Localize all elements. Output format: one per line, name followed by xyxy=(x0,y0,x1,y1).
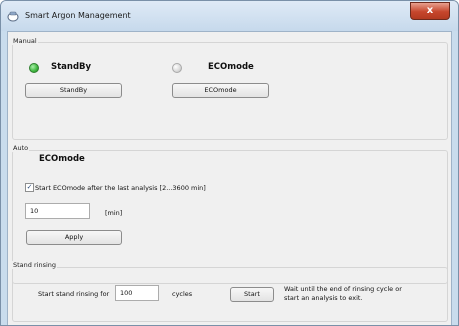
ecomode-minutes-input[interactable]: 10 xyxy=(25,203,90,219)
stand-rinsing-group-label: Stand rinsing xyxy=(12,261,58,269)
window-title: Smart Argon Management xyxy=(25,11,131,20)
rinsing-hint-line2: start an analysis to exit. xyxy=(284,294,363,302)
manual-group-label: Manual xyxy=(12,37,38,45)
ecomode-button[interactable]: ECOmode xyxy=(172,83,269,98)
title-bar[interactable]: Smart Argon Management x xyxy=(1,1,458,31)
client-area: Manual StandBy ECOmode StandBy ECOmode A… xyxy=(7,31,452,325)
app-window: Smart Argon Management x Manual StandBy … xyxy=(0,0,459,326)
apply-button[interactable]: Apply xyxy=(26,230,122,245)
auto-mode-label: ECOmode xyxy=(39,154,85,164)
rinsing-prefix-label: Start stand rinsing for xyxy=(38,290,110,298)
ecomode-status-label: ECOmode xyxy=(208,62,254,72)
start-ecomode-checkbox[interactable]: ✓ xyxy=(25,183,34,192)
start-ecomode-checkbox-label[interactable]: Start ECOmode after the last analysis [2… xyxy=(35,184,206,192)
rinsing-cycles-input[interactable]: 100 xyxy=(115,285,159,301)
standby-button[interactable]: StandBy xyxy=(25,83,122,98)
auto-group-label: Auto xyxy=(12,144,30,152)
close-button[interactable]: x xyxy=(410,2,450,20)
minutes-unit-label: [min] xyxy=(105,209,123,217)
app-icon xyxy=(7,11,19,22)
rinsing-hint-line1: Wait until the end of rinsing cycle or xyxy=(284,285,402,293)
standby-status-led xyxy=(29,63,39,73)
ecomode-status-led xyxy=(172,63,182,73)
rinsing-cycles-unit: cycles xyxy=(172,290,193,298)
close-icon: x xyxy=(426,5,434,16)
start-rinsing-button[interactable]: Start xyxy=(230,287,274,302)
standby-status-label: StandBy xyxy=(51,62,92,72)
